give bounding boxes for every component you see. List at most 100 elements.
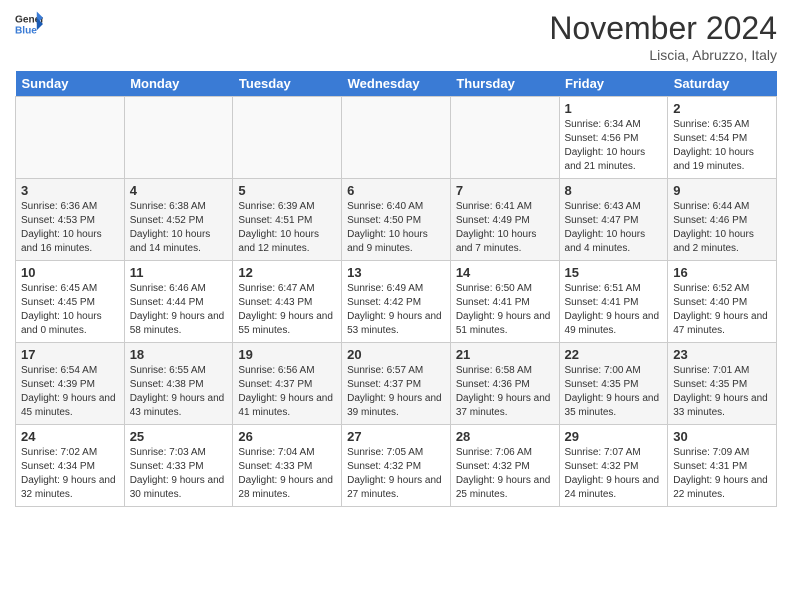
day-info: Sunrise: 7:09 AMSunset: 4:31 PMDaylight:…: [673, 446, 771, 502]
header-thursday: Thursday: [450, 71, 559, 97]
day-info: Sunrise: 7:01 AMSunset: 4:35 PMDaylight:…: [673, 364, 771, 420]
day-number: 2: [673, 101, 771, 116]
location-subtitle: Liscia, Abruzzo, Italy: [549, 47, 777, 63]
table-row: 8 Sunrise: 6:43 AMSunset: 4:47 PMDaylight…: [559, 179, 668, 261]
title-block: November 2024 Liscia, Abruzzo, Italy: [549, 10, 777, 63]
day-number: 9: [673, 183, 771, 198]
table-row: 24 Sunrise: 7:02 AMSunset: 4:34 PMDayligh…: [16, 425, 125, 507]
table-row: 5Sunrise: 6:39 AMSunset: 4:51 PMDaylight…: [233, 179, 342, 261]
day-number: 12: [238, 265, 336, 280]
day-info: Sunrise: 6:46 AMSunset: 4:44 PMDaylight:…: [130, 282, 228, 338]
day-info: Sunrise: 6:43 AMSunset: 4:47 PMDaylight:…: [565, 200, 663, 256]
day-info: Sunrise: 6:41 AMSunset: 4:49 PMDaylight:…: [456, 200, 554, 256]
day-number: 19: [238, 347, 336, 362]
day-number: 14: [456, 265, 554, 280]
day-info: Sunrise: 6:38 AMSunset: 4:52 PMDaylight:…: [130, 200, 228, 256]
table-row: 25Sunrise: 7:03 AMSunset: 4:33 PMDayligh…: [124, 425, 233, 507]
table-row: [450, 97, 559, 179]
table-row: 16 Sunrise: 6:52 AMSunset: 4:40 PMDayligh…: [668, 261, 777, 343]
day-info: Sunrise: 7:00 AMSunset: 4:35 PMDaylight:…: [565, 364, 663, 420]
table-row: 15 Sunrise: 6:51 AMSunset: 4:41 PMDayligh…: [559, 261, 668, 343]
day-info: Sunrise: 6:54 AMSunset: 4:39 PMDaylight:…: [21, 364, 119, 420]
day-number: 4: [130, 183, 228, 198]
day-info: Sunrise: 6:36 AMSunset: 4:53 PMDaylight:…: [21, 200, 119, 256]
table-row: [233, 97, 342, 179]
day-number: 22: [565, 347, 663, 362]
table-row: 4 Sunrise: 6:38 AMSunset: 4:52 PMDaylight…: [124, 179, 233, 261]
logo: General Blue: [15, 10, 43, 38]
day-info: Sunrise: 7:02 AMSunset: 4:34 PMDaylight:…: [21, 446, 119, 502]
day-number: 18: [130, 347, 228, 362]
header-tuesday: Tuesday: [233, 71, 342, 97]
day-info: Sunrise: 6:49 AMSunset: 4:42 PMDaylight:…: [347, 282, 445, 338]
day-number: 26: [238, 429, 336, 444]
day-number: 27: [347, 429, 445, 444]
table-row: 11 Sunrise: 6:46 AMSunset: 4:44 PMDayligh…: [124, 261, 233, 343]
table-row: 20 Sunrise: 6:57 AMSunset: 4:37 PMDayligh…: [342, 343, 451, 425]
calendar-week-row: 17 Sunrise: 6:54 AMSunset: 4:39 PMDayligh…: [16, 343, 777, 425]
table-row: 14 Sunrise: 6:50 AMSunset: 4:41 PMDayligh…: [450, 261, 559, 343]
table-row: [124, 97, 233, 179]
day-info: Sunrise: 7:07 AMSunset: 4:32 PMDaylight:…: [565, 446, 663, 502]
day-number: 16: [673, 265, 771, 280]
day-info: Sunrise: 6:39 AMSunset: 4:51 PMDaylight:…: [238, 200, 336, 256]
table-row: 17 Sunrise: 6:54 AMSunset: 4:39 PMDayligh…: [16, 343, 125, 425]
day-number: 3: [21, 183, 119, 198]
day-info: Sunrise: 6:50 AMSunset: 4:41 PMDaylight:…: [456, 282, 554, 338]
table-row: 26 Sunrise: 7:04 AMSunset: 4:33 PMDayligh…: [233, 425, 342, 507]
table-row: 18 Sunrise: 6:55 AMSunset: 4:38 PMDayligh…: [124, 343, 233, 425]
table-row: 6Sunrise: 6:40 AMSunset: 4:50 PMDaylight…: [342, 179, 451, 261]
table-row: 22 Sunrise: 7:00 AMSunset: 4:35 PMDayligh…: [559, 343, 668, 425]
day-info: Sunrise: 6:52 AMSunset: 4:40 PMDaylight:…: [673, 282, 771, 338]
day-number: 11: [130, 265, 228, 280]
day-info: Sunrise: 6:40 AMSunset: 4:50 PMDaylight:…: [347, 200, 445, 256]
table-row: 27 Sunrise: 7:05 AMSunset: 4:32 PMDayligh…: [342, 425, 451, 507]
table-row: 9Sunrise: 6:44 AMSunset: 4:46 PMDaylight…: [668, 179, 777, 261]
table-row: 10Sunrise: 6:45 AMSunset: 4:45 PMDayligh…: [16, 261, 125, 343]
table-row: 3 Sunrise: 6:36 AMSunset: 4:53 PMDaylight…: [16, 179, 125, 261]
calendar-week-row: 1Sunrise: 6:34 AMSunset: 4:56 PMDaylight…: [16, 97, 777, 179]
day-info: Sunrise: 6:56 AMSunset: 4:37 PMDaylight:…: [238, 364, 336, 420]
day-info: Sunrise: 7:04 AMSunset: 4:33 PMDaylight:…: [238, 446, 336, 502]
day-number: 8: [565, 183, 663, 198]
calendar-week-row: 10Sunrise: 6:45 AMSunset: 4:45 PMDayligh…: [16, 261, 777, 343]
day-number: 29: [565, 429, 663, 444]
day-number: 23: [673, 347, 771, 362]
table-row: [16, 97, 125, 179]
page-container: General Blue November 2024 Liscia, Abruz…: [0, 0, 792, 517]
table-row: 13 Sunrise: 6:49 AMSunset: 4:42 PMDayligh…: [342, 261, 451, 343]
table-row: 19 Sunrise: 6:56 AMSunset: 4:37 PMDayligh…: [233, 343, 342, 425]
calendar-header-row: Sunday Monday Tuesday Wednesday Thursday…: [16, 71, 777, 97]
table-row: 29 Sunrise: 7:07 AMSunset: 4:32 PMDayligh…: [559, 425, 668, 507]
day-info: Sunrise: 7:05 AMSunset: 4:32 PMDaylight:…: [347, 446, 445, 502]
table-row: 21 Sunrise: 6:58 AMSunset: 4:36 PMDayligh…: [450, 343, 559, 425]
day-info: Sunrise: 6:58 AMSunset: 4:36 PMDaylight:…: [456, 364, 554, 420]
header-sunday: Sunday: [16, 71, 125, 97]
logo-icon: General Blue: [15, 10, 43, 38]
day-number: 15: [565, 265, 663, 280]
day-number: 17: [21, 347, 119, 362]
table-row: 30Sunrise: 7:09 AMSunset: 4:31 PMDayligh…: [668, 425, 777, 507]
day-info: Sunrise: 6:51 AMSunset: 4:41 PMDaylight:…: [565, 282, 663, 338]
table-row: 23 Sunrise: 7:01 AMSunset: 4:35 PMDayligh…: [668, 343, 777, 425]
svg-text:Blue: Blue: [15, 25, 37, 36]
table-row: 7 Sunrise: 6:41 AMSunset: 4:49 PMDaylight…: [450, 179, 559, 261]
month-title: November 2024: [549, 10, 777, 47]
calendar-week-row: 3 Sunrise: 6:36 AMSunset: 4:53 PMDaylight…: [16, 179, 777, 261]
day-info: Sunrise: 6:35 AMSunset: 4:54 PMDaylight:…: [673, 118, 771, 174]
day-number: 1: [565, 101, 663, 116]
day-info: Sunrise: 7:06 AMSunset: 4:32 PMDaylight:…: [456, 446, 554, 502]
day-number: 21: [456, 347, 554, 362]
calendar-table: Sunday Monday Tuesday Wednesday Thursday…: [15, 71, 777, 507]
day-number: 24: [21, 429, 119, 444]
day-info: Sunrise: 6:55 AMSunset: 4:38 PMDaylight:…: [130, 364, 228, 420]
table-row: 12Sunrise: 6:47 AMSunset: 4:43 PMDayligh…: [233, 261, 342, 343]
day-number: 28: [456, 429, 554, 444]
day-number: 20: [347, 347, 445, 362]
day-info: Sunrise: 6:57 AMSunset: 4:37 PMDaylight:…: [347, 364, 445, 420]
header-saturday: Saturday: [668, 71, 777, 97]
day-number: 13: [347, 265, 445, 280]
table-row: 2 Sunrise: 6:35 AMSunset: 4:54 PMDaylight…: [668, 97, 777, 179]
table-row: 1Sunrise: 6:34 AMSunset: 4:56 PMDaylight…: [559, 97, 668, 179]
day-number: 7: [456, 183, 554, 198]
